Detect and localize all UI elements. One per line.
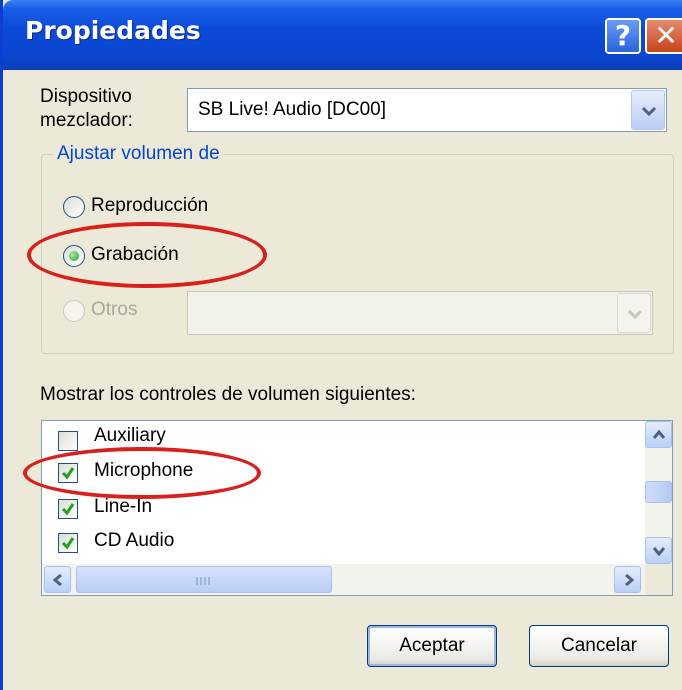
checkmark-icon <box>61 467 75 480</box>
list-item-label: Microphone <box>94 460 194 481</box>
ok-button[interactable]: Aceptar <box>367 625 497 667</box>
close-button[interactable]: ✕ <box>645 18 682 54</box>
mixer-dropdown-button[interactable] <box>631 90 665 130</box>
list-item-label: Line-In <box>94 496 153 517</box>
chevron-left-icon <box>53 574 62 586</box>
cancel-button[interactable]: Cancelar <box>529 625 669 667</box>
horizontal-scroll-thumb[interactable] <box>76 566 332 593</box>
adjust-volume-legend: Ajustar volumen de <box>53 143 224 165</box>
vertical-scroll-thumb[interactable] <box>645 481 672 503</box>
radio-other-label: Otros <box>91 299 138 320</box>
list-item-microphone[interactable]: Microphone <box>58 457 618 491</box>
list-item-auxiliary[interactable]: Auxiliary <box>58 421 618 455</box>
close-icon: ✕ <box>654 19 678 52</box>
window-title: Propiedades <box>25 16 201 45</box>
vertical-scrollbar[interactable] <box>645 421 672 564</box>
chevron-down-icon <box>653 547 665 556</box>
radio-selected-dot <box>69 251 79 261</box>
chevron-right-icon <box>625 574 634 586</box>
list-item-label: CD Audio <box>94 530 175 551</box>
checkbox-line-in[interactable] <box>58 499 78 519</box>
radio-playback-label[interactable]: Reproducción <box>91 195 208 217</box>
controls-heading: Mostrar los controles de volumen siguien… <box>40 384 416 405</box>
radio-playback[interactable] <box>63 196 85 218</box>
mixer-device-select[interactable]: SB Live! Audio [DC00] <box>187 88 667 132</box>
other-dropdown-button <box>617 293 651 333</box>
volume-controls-list[interactable]: Auxiliary Microphone Line-In CD Audio <box>41 420 673 596</box>
chevron-down-icon <box>642 106 656 116</box>
help-button[interactable]: ? <box>605 18 641 54</box>
list-item-cd-audio[interactable]: CD Audio <box>58 527 618 561</box>
scroll-left-button[interactable] <box>44 566 71 593</box>
chevron-up-icon <box>653 430 665 439</box>
horizontal-scrollbar[interactable] <box>42 564 645 595</box>
list-item-line-in[interactable]: Line-In <box>58 493 618 527</box>
scroll-up-button[interactable] <box>645 421 672 448</box>
radio-recording[interactable] <box>63 245 85 267</box>
title-bar[interactable]: Propiedades ? ✕ <box>3 0 682 70</box>
other-device-select <box>187 291 653 335</box>
help-icon: ? <box>614 19 632 52</box>
checkbox-cd-audio[interactable] <box>58 533 78 553</box>
checkmark-icon <box>61 503 75 516</box>
scroll-right-button[interactable] <box>614 566 641 593</box>
checkbox-microphone[interactable] <box>58 463 78 483</box>
list-item-label: Auxiliary <box>94 425 166 446</box>
checkmark-icon <box>61 537 75 550</box>
radio-other <box>63 300 85 322</box>
grip-icon <box>196 577 210 585</box>
scrollbar-corner <box>645 564 672 595</box>
radio-recording-label[interactable]: Grabación <box>91 244 179 266</box>
checkbox-auxiliary[interactable] <box>58 431 78 451</box>
mixer-device-label-line2: mezclador: <box>40 110 133 131</box>
properties-dialog: Propiedades ? ✕ Dispositivo mezclador: S… <box>0 0 682 690</box>
chevron-down-icon <box>628 309 642 319</box>
mixer-device-label-line1: Dispositivo <box>40 86 132 107</box>
scroll-down-button[interactable] <box>645 537 672 564</box>
mixer-device-value: SB Live! Audio [DC00] <box>198 99 386 120</box>
